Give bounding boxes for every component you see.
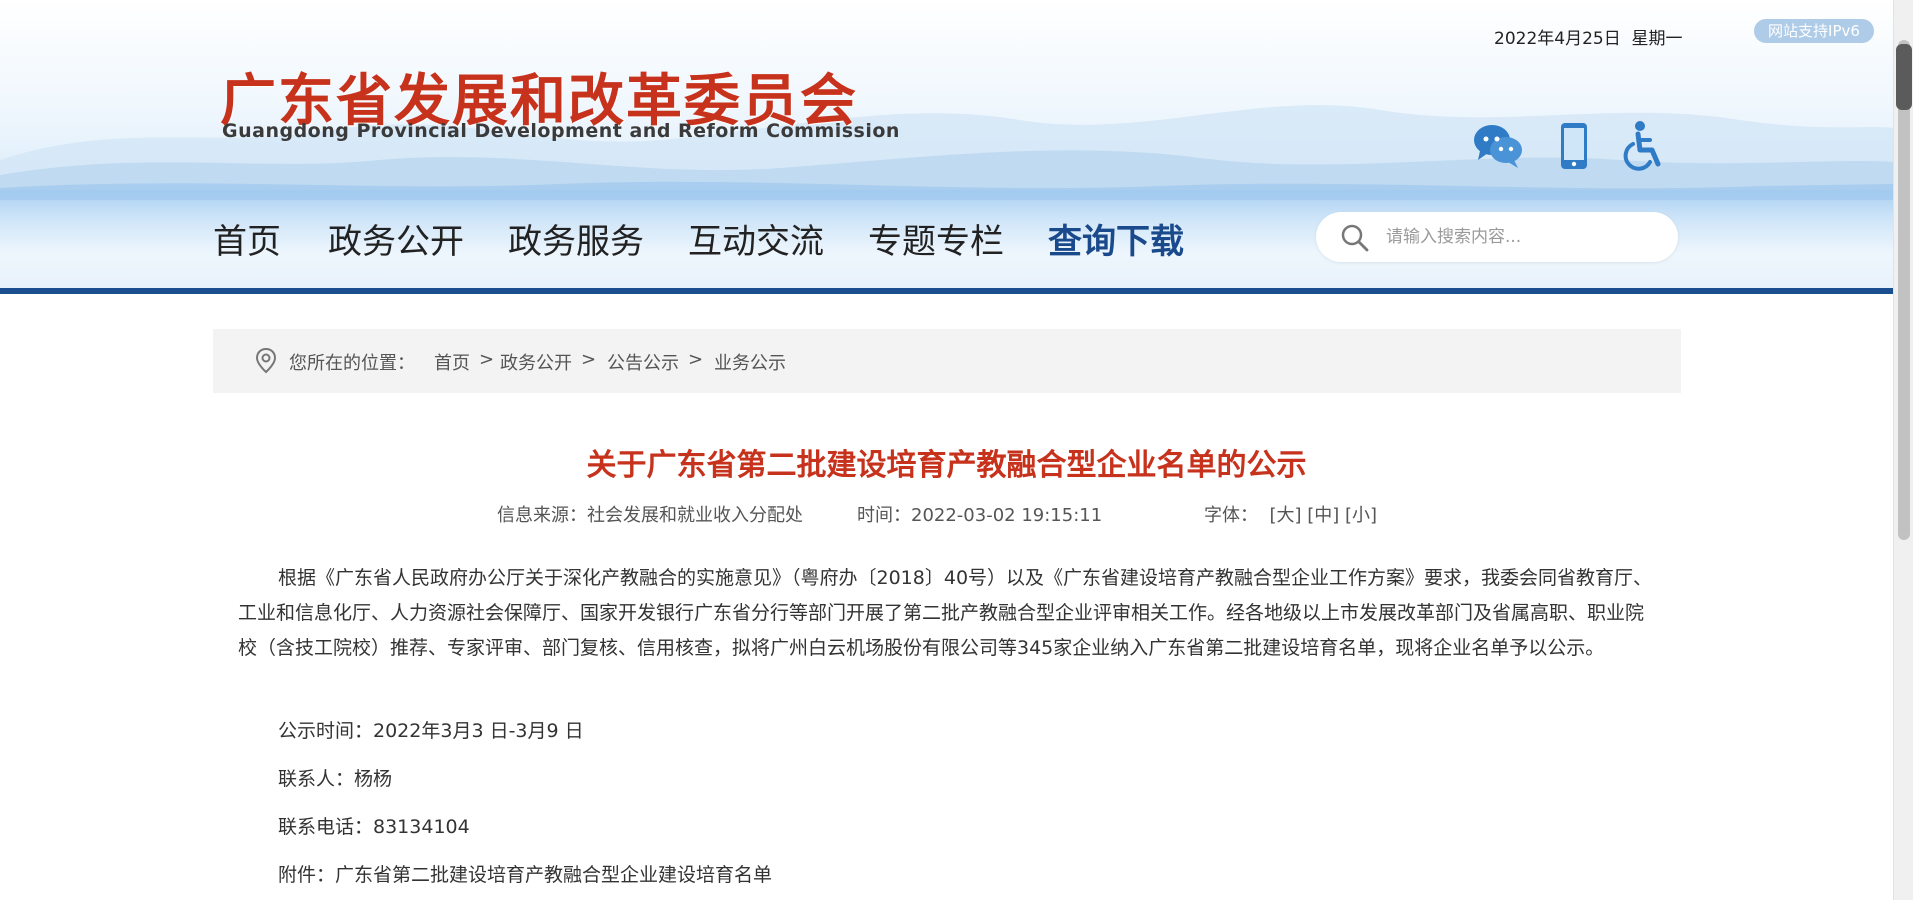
font-small-button[interactable]: [小]: [1345, 505, 1377, 526]
wechat-icon[interactable]: [1470, 118, 1526, 174]
font-size-label: 字体：: [1204, 505, 1258, 526]
font-large-button[interactable]: [大]: [1269, 505, 1301, 526]
location-pin-icon: [255, 347, 277, 374]
nav-home[interactable]: 首页: [213, 214, 281, 263]
mobile-icon[interactable]: [1546, 118, 1602, 174]
nav-interaction[interactable]: 互动交流: [688, 214, 824, 263]
nav-query-download[interactable]: 查询下载: [1048, 214, 1184, 263]
breadcrumb-prefix: 您所在的位置：: [289, 353, 415, 374]
scroll-top-handle[interactable]: [1896, 44, 1912, 110]
nav-special-topics[interactable]: 专题专栏: [868, 214, 1004, 263]
breadcrumb-separator: >: [688, 349, 704, 370]
nav-top-band: [0, 190, 1893, 200]
attachment-link[interactable]: 附件：广东省第二批建设培育产教融合型企业建设培育名单: [278, 860, 772, 887]
date-value: 2022年4月25日: [1494, 29, 1621, 49]
source-value: 社会发展和就业收入分配处: [587, 505, 803, 526]
article-source: 信息来源：社会发展和就业收入分配处: [497, 501, 803, 527]
breadcrumb-separator: >: [581, 349, 597, 370]
accessibility-icon[interactable]: [1616, 118, 1672, 174]
nav-underline: [0, 288, 1893, 294]
contact-phone: 联系电话：83134104: [278, 816, 470, 838]
breadcrumb-business-notice[interactable]: 业务公示: [714, 349, 786, 375]
source-label: 信息来源：: [497, 505, 587, 526]
search-input[interactable]: [1386, 222, 1656, 252]
time-value: 2022-03-02 19:15:11: [911, 505, 1103, 526]
article-time: 时间：2022-03-02 19:15:11: [857, 501, 1102, 527]
logo-english[interactable]: Guangdong Provincial Development and Ref…: [222, 120, 900, 142]
font-size-controls: 字体： [大] [中] [小]: [1204, 501, 1377, 527]
notice-period: 公示时间：2022年3月3 日-3月9 日: [278, 720, 584, 742]
article-paragraph: 根据《广东省人民政府办公厅关于深化产教融合的实施意见》（粤府办〔2018〕40号…: [238, 567, 1653, 659]
ipv6-badge[interactable]: 网站支持IPv6: [1754, 19, 1874, 43]
font-medium-button[interactable]: [中]: [1307, 505, 1339, 526]
scroll-thumb[interactable]: [1898, 40, 1910, 540]
breadcrumb-announcements[interactable]: 公告公示: [607, 349, 679, 375]
page-scrollbar[interactable]: [1893, 0, 1913, 900]
article-title: 关于广东省第二批建设培育产教融合型企业名单的公示: [586, 448, 1307, 483]
search-icon[interactable]: [1340, 223, 1370, 253]
breadcrumb: 您所在的位置： 首页 > 政务公开 > 公告公示 > 业务公示: [213, 329, 1681, 393]
current-date: 2022年4月25日 星期一: [1494, 24, 1683, 49]
nav-gov-services[interactable]: 政务服务: [508, 214, 644, 263]
nav-gov-affairs-open[interactable]: 政务公开: [328, 214, 464, 263]
breadcrumb-home[interactable]: 首页: [434, 349, 470, 375]
contact-person: 联系人：杨杨: [278, 768, 393, 790]
breadcrumb-separator: >: [479, 349, 495, 370]
weekday-value: 星期一: [1631, 29, 1683, 49]
search-box[interactable]: [1316, 212, 1678, 262]
breadcrumb-gov-affairs-open[interactable]: 政务公开: [500, 349, 572, 375]
time-label: 时间：: [857, 505, 911, 526]
